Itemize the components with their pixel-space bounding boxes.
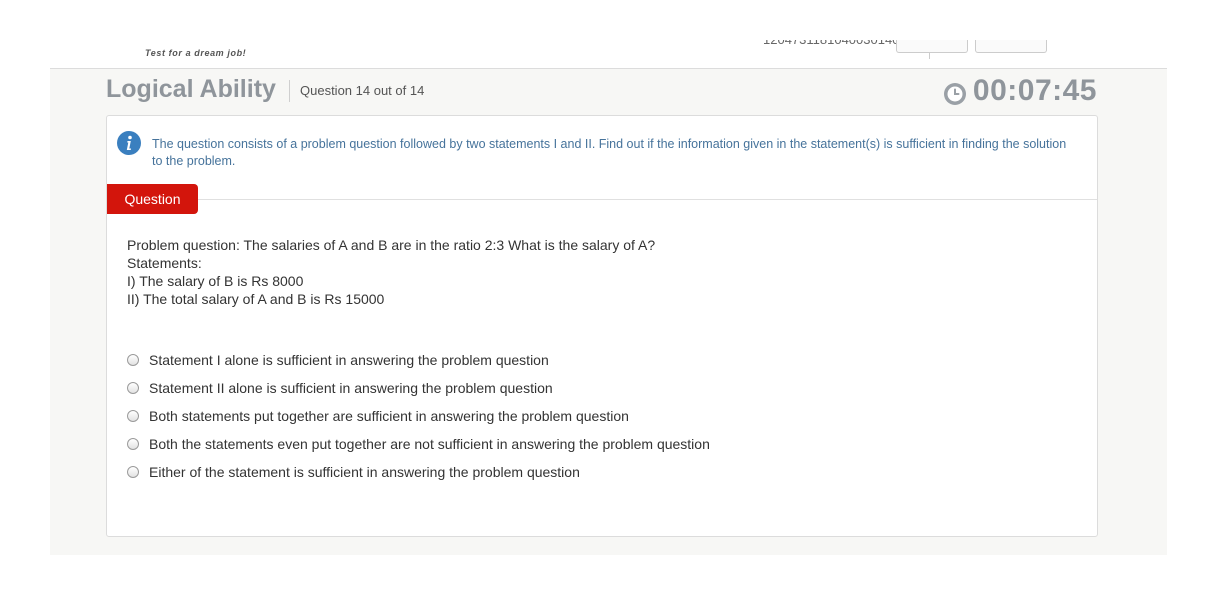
problem-question: Problem question: The salaries of A and … [127, 237, 656, 253]
radio-button[interactable] [127, 354, 139, 366]
radio-button[interactable] [127, 466, 139, 478]
answer-option-2[interactable]: Statement II alone is sufficient in answ… [127, 374, 710, 402]
timer-value: 00:07:45 [972, 74, 1097, 107]
timer: 00:07:45 [943, 74, 1097, 108]
option-label[interactable]: Both statements put together are suffici… [149, 408, 629, 424]
answer-option-3[interactable]: Both statements put together are suffici… [127, 402, 710, 430]
statements-label: Statements: [127, 255, 202, 271]
option-label[interactable]: Both the statements even put together ar… [149, 436, 710, 452]
answer-option-1[interactable]: Statement I alone is sufficient in answe… [127, 346, 710, 374]
header-button-2[interactable] [975, 40, 1047, 53]
answer-option-5[interactable]: Either of the statement is sufficient in… [127, 458, 710, 486]
radio-button[interactable] [127, 410, 139, 422]
header-bar: Test for a dream job! 120473118104003014… [50, 0, 1167, 69]
instruction-text: The question consists of a problem quest… [152, 137, 1067, 168]
radio-button[interactable] [127, 382, 139, 394]
candidate-id: 12047311810400301400 [763, 40, 907, 47]
title-divider [289, 80, 290, 102]
statement-2: II) The total salary of A and B is Rs 15… [127, 291, 385, 307]
answer-option-4[interactable]: Both the statements even put together ar… [127, 430, 710, 458]
option-label[interactable]: Statement I alone is sufficient in answe… [149, 352, 549, 368]
divider [107, 199, 1097, 200]
answer-options: Statement I alone is sufficient in answe… [127, 346, 710, 486]
section-title: Logical Ability [106, 75, 276, 103]
question-counter: Question 14 out of 14 [300, 83, 425, 98]
tagline: Test for a dream job! [145, 48, 247, 58]
clock-icon [943, 83, 966, 105]
tab-question: Question [107, 184, 198, 214]
statement-1: I) The salary of B is Rs 8000 [127, 273, 304, 289]
info-icon [117, 131, 141, 155]
question-panel: The question consists of a problem quest… [106, 115, 1098, 537]
option-label[interactable]: Either of the statement is sufficient in… [149, 464, 580, 480]
radio-button[interactable] [127, 438, 139, 450]
header-button-1[interactable] [896, 40, 968, 53]
option-label[interactable]: Statement II alone is sufficient in answ… [149, 380, 553, 396]
problem-text: Problem question: The salaries of A and … [127, 236, 655, 308]
